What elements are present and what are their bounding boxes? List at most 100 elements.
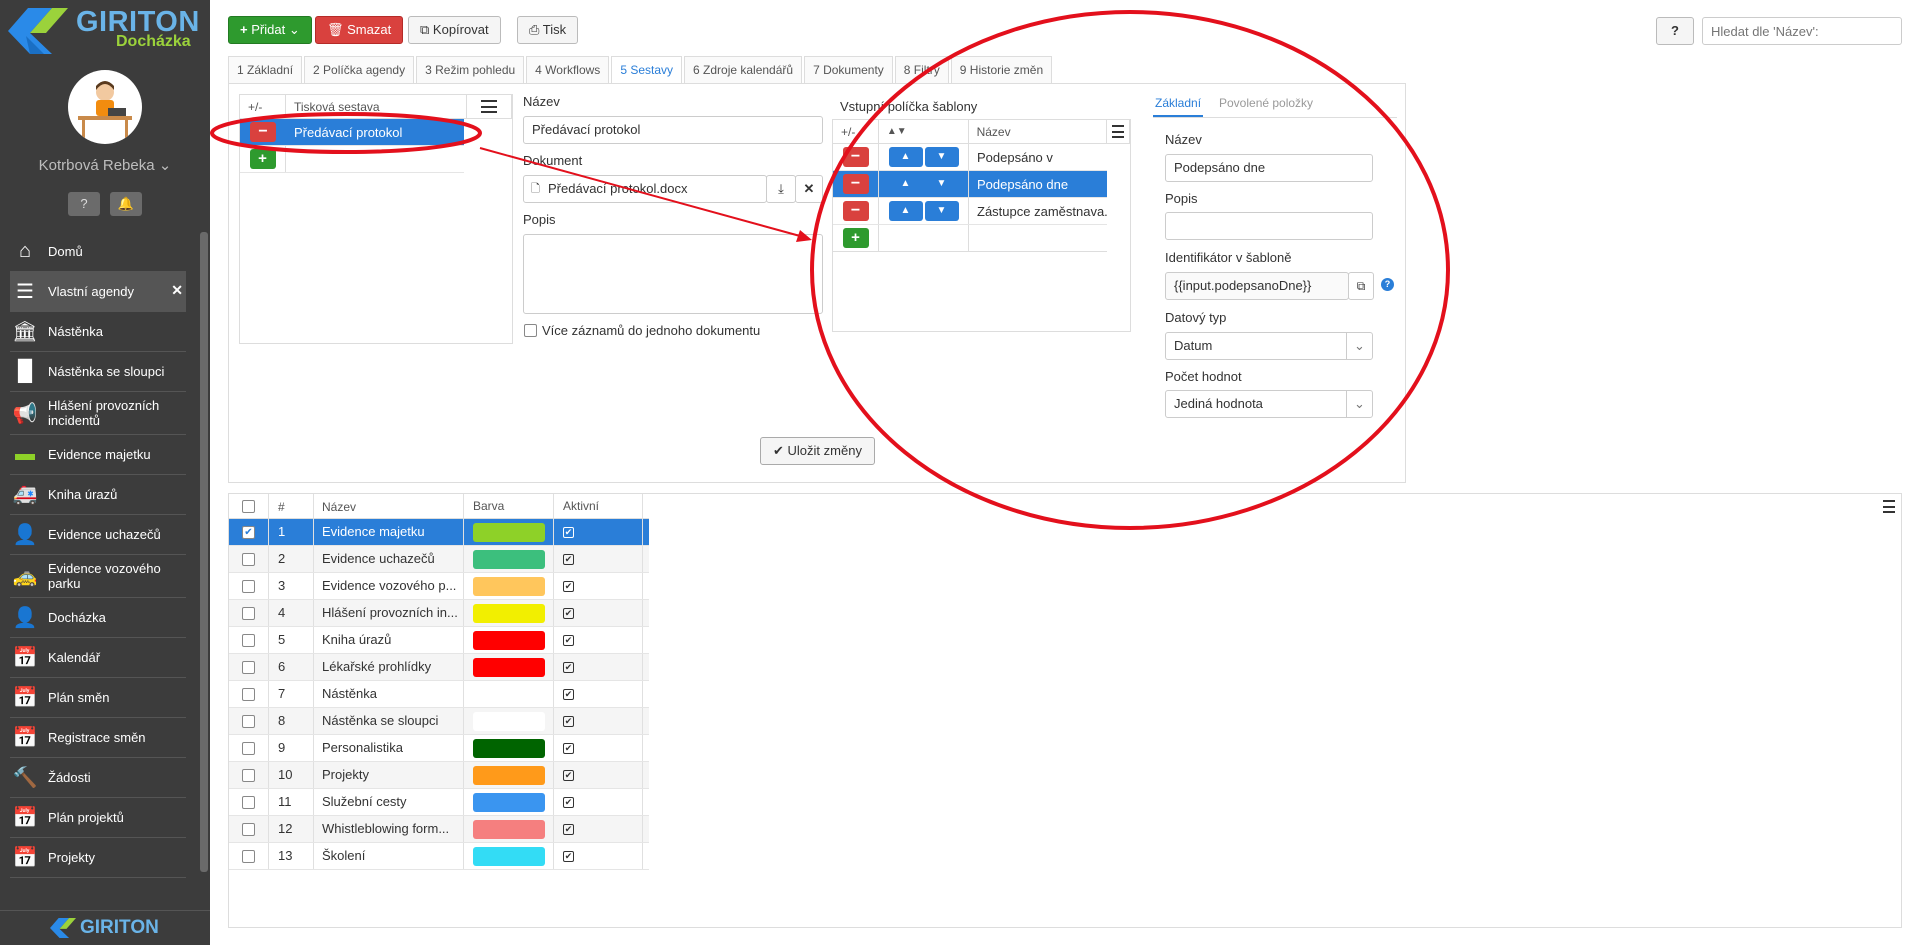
sidebar-item-9[interactable]: 🚕 Evidence vozového parku	[10, 555, 186, 598]
table-row[interactable]: 5 Kniha úrazů ✔	[229, 627, 649, 654]
move-up-icon[interactable]: ▲	[888, 174, 923, 194]
table-row[interactable]: 4 Hlášení provozních in... ✔	[229, 600, 649, 627]
sidebar-item-13[interactable]: 📅 Registrace směn	[10, 718, 186, 758]
row-checkbox[interactable]	[242, 552, 255, 566]
field-row[interactable]: − ▲ ▼ Podepsáno v	[833, 144, 1107, 171]
table-row[interactable]: 13 Školení ✔	[229, 843, 649, 870]
notifications-button[interactable]: 🔔	[110, 192, 142, 216]
sidebar-item-4[interactable]: ▐▌ Nástěnka se sloupci	[10, 352, 186, 392]
select-all-checkbox[interactable]	[242, 499, 255, 513]
row-checkbox[interactable]	[242, 795, 255, 809]
data-type-select[interactable]: Datum ⌄	[1165, 332, 1373, 360]
tab-2[interactable]: 2 Políčka agendy	[304, 56, 415, 83]
move-up-icon[interactable]: ▲	[888, 147, 923, 167]
remove-document-button[interactable]: ✕	[795, 175, 823, 203]
field-row[interactable]: − ▲ ▼ Podepsáno dne	[833, 171, 1107, 198]
sidebar-item-6[interactable]: ▬ Evidence majetku	[10, 435, 186, 475]
row-checkbox[interactable]	[242, 579, 255, 593]
avatar[interactable]	[68, 70, 142, 144]
save-changes-button[interactable]: ✔ Uložit změny	[760, 437, 875, 465]
search-input[interactable]	[1702, 17, 1902, 45]
move-up-icon[interactable]: ▲	[888, 201, 923, 221]
move-down-icon[interactable]: ▼	[924, 147, 959, 167]
tab-basic[interactable]: Základní	[1153, 96, 1204, 117]
table-row[interactable]: 8 Nástěnka se sloupci ✔	[229, 708, 649, 735]
add-button[interactable]: + Přidat ⌄	[228, 16, 312, 44]
tab-9[interactable]: 9 Historie změn	[950, 56, 1053, 83]
info-icon[interactable]: ?	[1381, 278, 1394, 291]
tab-1[interactable]: 1 Základní	[228, 56, 303, 83]
table-row[interactable]: 2 Evidence uchazečů ✔	[229, 546, 649, 573]
field-description-input[interactable]	[1165, 212, 1373, 240]
report-name-field[interactable]: Předávací protokol	[523, 116, 823, 144]
tab-7[interactable]: 7 Dokumenty	[804, 56, 893, 83]
table-row[interactable]: 12 Whistleblowing form... ✔	[229, 816, 649, 843]
value-count-select[interactable]: Jediná hodnota ⌄	[1165, 390, 1373, 418]
sidebar-item-1[interactable]: ⌂ Domů	[10, 232, 186, 272]
sidebar-item-10[interactable]: 👤 Docházka	[10, 598, 186, 638]
row-checkbox[interactable]	[242, 633, 255, 647]
remove-report-button[interactable]: −	[250, 122, 276, 142]
row-checkbox[interactable]	[242, 687, 255, 701]
sidebar-item-11[interactable]: 📅 Kalendář	[10, 638, 186, 678]
tab-4[interactable]: 4 Workflows	[526, 56, 610, 83]
table-row[interactable]: 6 Lékařské prohlídky ✔	[229, 654, 649, 681]
field-row[interactable]: − ▲ ▼ Zástupce zaměstnava...	[833, 198, 1107, 225]
close-icon[interactable]: ✕	[171, 282, 183, 299]
row-checkbox[interactable]	[242, 606, 255, 620]
help-button[interactable]: ?	[68, 192, 100, 216]
remove-field-button[interactable]: −	[842, 147, 869, 167]
sidebar-item-7[interactable]: 🚑 Kniha úrazů	[10, 475, 186, 515]
document-field[interactable]: 🗋 Předávací protokol.docx	[523, 175, 767, 203]
row-checkbox[interactable]	[242, 849, 255, 863]
table-row[interactable]: 9 Personalistika ✔	[229, 735, 649, 762]
add-report-button[interactable]: +	[249, 149, 276, 169]
row-checkbox[interactable]: ✔	[242, 525, 255, 539]
sidebar-item-5[interactable]: 📢 Hlášení provozních incidentů	[10, 392, 186, 435]
add-field-button[interactable]: +	[842, 228, 869, 248]
table-row[interactable]: 10 Projekty ✔	[229, 762, 649, 789]
sidebar-item-3[interactable]: 🏛 Nástěnka	[10, 312, 186, 352]
identifier-field[interactable]: {{input.podepsanoDne}}	[1165, 272, 1349, 300]
field-name-input[interactable]: Podepsáno dne	[1165, 154, 1373, 182]
fields-menu-button[interactable]	[1106, 120, 1130, 143]
print-button[interactable]: ⎙ Tisk	[517, 16, 579, 44]
row-checkbox[interactable]	[242, 822, 255, 836]
report-row[interactable]: − Předávací protokol	[240, 119, 464, 146]
tab-3[interactable]: 3 Režim pohledu	[416, 56, 525, 83]
move-down-icon[interactable]: ▼	[924, 174, 959, 194]
copy-button[interactable]: ⧉ Kopírovat	[408, 16, 501, 44]
row-checkbox[interactable]	[242, 768, 255, 782]
remove-field-button[interactable]: −	[842, 201, 869, 221]
tab-allowed-items[interactable]: Povolené položky	[1219, 96, 1313, 110]
tab-8[interactable]: 8 Filtry	[894, 56, 949, 83]
description-field[interactable]	[523, 234, 823, 314]
logo[interactable]: GIRITON Docházka	[0, 0, 210, 60]
sidebar-item-14[interactable]: 🔨 Žádosti	[10, 758, 186, 798]
download-button[interactable]: ⤓	[766, 175, 796, 203]
user-menu[interactable]: Kotrbová Rebeka ⌄	[0, 156, 210, 174]
sidebar-item-12[interactable]: 📅 Plán směn	[10, 678, 186, 718]
multi-records-checkbox[interactable]	[524, 324, 537, 337]
table-row[interactable]: 3 Evidence vozového p... ✔	[229, 573, 649, 600]
remove-field-button[interactable]: −	[842, 174, 869, 194]
tab-5[interactable]: 5 Sestavy	[611, 56, 683, 83]
table-row[interactable]: 11 Služební cesty ✔	[229, 789, 649, 816]
table-row[interactable]: ✔ 1 Evidence majetku ✔	[229, 519, 649, 546]
sidebar-item-8[interactable]: 👤 Evidence uchazečů	[10, 515, 186, 555]
copy-identifier-button[interactable]: ⧉	[1348, 272, 1374, 300]
sidebar-item-15[interactable]: 📅 Plán projektů	[10, 798, 186, 838]
grid-menu-button[interactable]	[466, 95, 512, 118]
move-down-icon[interactable]: ▼	[924, 201, 959, 221]
row-checkbox[interactable]	[242, 660, 255, 674]
row-checkbox[interactable]	[242, 741, 255, 755]
table-menu-button[interactable]	[1883, 500, 1895, 513]
sidebar-scrollbar[interactable]	[200, 232, 208, 872]
sidebar-item-2[interactable]: ☰ Vlastní agendy ✕	[10, 272, 186, 312]
sidebar-item-16[interactable]: 📅 Projekty	[10, 838, 186, 878]
row-checkbox[interactable]	[242, 714, 255, 728]
tab-6[interactable]: 6 Zdroje kalendářů	[684, 56, 803, 83]
table-row[interactable]: 7 Nástěnka ✔	[229, 681, 649, 708]
delete-button[interactable]: 🗑 Smazat	[315, 16, 404, 44]
page-help-button[interactable]: ?	[1656, 17, 1694, 45]
